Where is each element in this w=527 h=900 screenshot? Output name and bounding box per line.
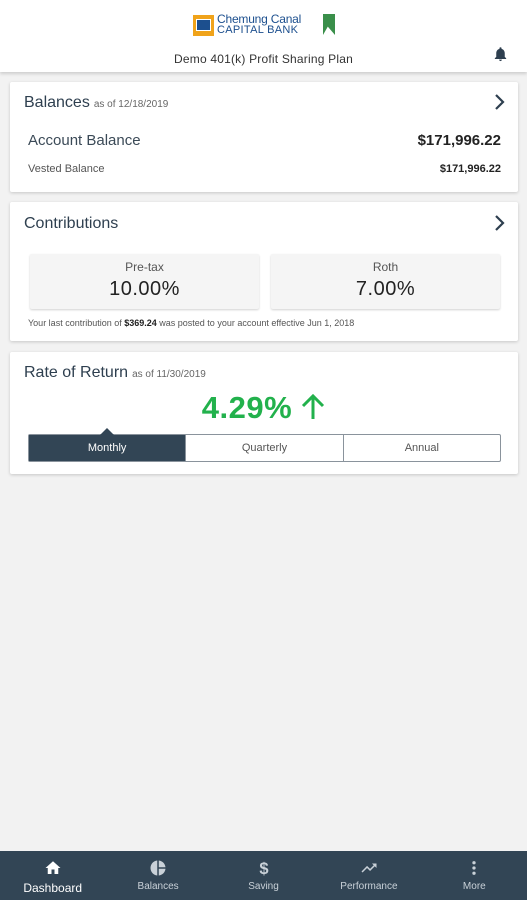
bottom-nav: Dashboard Balances $ Saving Performance … [0, 851, 527, 900]
logo-line2: CAPITAL BANK [217, 24, 299, 36]
vested-balance-value: $171,996.22 [439, 163, 501, 175]
logo-mark [193, 14, 214, 36]
note-prefix: Your last contribution of [28, 318, 125, 328]
balances-title: Balances as of 12/18/2019 [24, 94, 168, 112]
logo-leaf [323, 14, 335, 35]
chevron-right-icon[interactable] [494, 94, 506, 110]
rate-of-return-card: Rate of Return as of 11/30/2019 4.29% Mon… [10, 352, 518, 474]
nav-more[interactable]: More [422, 851, 527, 900]
nav-performance-label: Performance [340, 881, 398, 892]
svg-text:$: $ [259, 860, 268, 877]
account-balance-label: Account Balance [28, 132, 141, 149]
nav-balances-label: Balances [137, 881, 179, 892]
ror-title-text: Rate of Return [24, 364, 129, 381]
balances-as-of: as of 12/18/2019 [93, 99, 169, 110]
bank-logo: Chemung Canal CAPITAL BANK [193, 13, 335, 37]
pretax-label: Pre-tax [125, 260, 164, 274]
ror-value: 4.29% [10, 390, 518, 426]
chevron-right-icon[interactable] [494, 215, 506, 231]
plan-name: Demo 401(k) Profit Sharing Plan [174, 52, 353, 66]
balances-title-text: Balances [24, 94, 90, 111]
note-amount: $369.24 [124, 318, 157, 328]
ror-as-of: as of 11/30/2019 [132, 369, 206, 380]
app-header: Chemung Canal CAPITAL BANK Demo 401(k) P… [0, 0, 527, 72]
nav-balances[interactable]: Balances [105, 851, 210, 900]
roth-box: Roth 7.00% [271, 254, 500, 309]
ror-value-text: 4.29% [201, 390, 293, 425]
roth-label: Roth [372, 260, 399, 274]
pretax-box: Pre-tax 10.00% [30, 254, 259, 309]
last-contribution-note: Your last contribution of $369.24 was po… [28, 318, 354, 328]
nav-dashboard[interactable]: Dashboard [0, 851, 105, 900]
period-selector: Monthly Quarterly Annual [28, 428, 501, 462]
note-suffix: was posted to your account effective Jun… [156, 318, 355, 328]
contributions-card[interactable]: Contributions Pre-tax 10.00% Roth 7.00% … [10, 202, 518, 341]
nav-more-label: More [462, 881, 486, 892]
more-vertical-icon [472, 861, 476, 875]
vested-balance-label: Vested Balance [28, 163, 105, 175]
arrow-up-icon [302, 393, 325, 419]
nav-performance[interactable]: Performance [316, 851, 421, 900]
dollar-icon: $ [259, 860, 268, 877]
nav-saving[interactable]: $ Saving [211, 851, 316, 900]
tab-monthly[interactable]: Monthly [29, 428, 187, 461]
tab-annual[interactable]: Annual [344, 435, 500, 461]
trending-up-icon [361, 863, 377, 873]
pie-chart-icon [150, 860, 166, 876]
nav-saving-label: Saving [248, 881, 279, 892]
logo-text: Chemung Canal CAPITAL BANK [217, 13, 301, 36]
nav-dashboard-label: Dashboard [23, 881, 83, 895]
contributions-title: Contributions [24, 215, 119, 232]
ror-title: Rate of Return as of 11/30/2019 [24, 364, 206, 382]
tab-quarterly[interactable]: Quarterly [186, 435, 344, 461]
balances-card[interactable]: Balances as of 12/18/2019 Account Balance… [10, 82, 518, 192]
bell-icon[interactable] [492, 45, 509, 63]
pretax-value: 10.00% [109, 278, 180, 300]
roth-value: 7.00% [355, 278, 416, 300]
home-icon [45, 861, 61, 874]
account-balance-value: $171,996.22 [417, 132, 501, 149]
